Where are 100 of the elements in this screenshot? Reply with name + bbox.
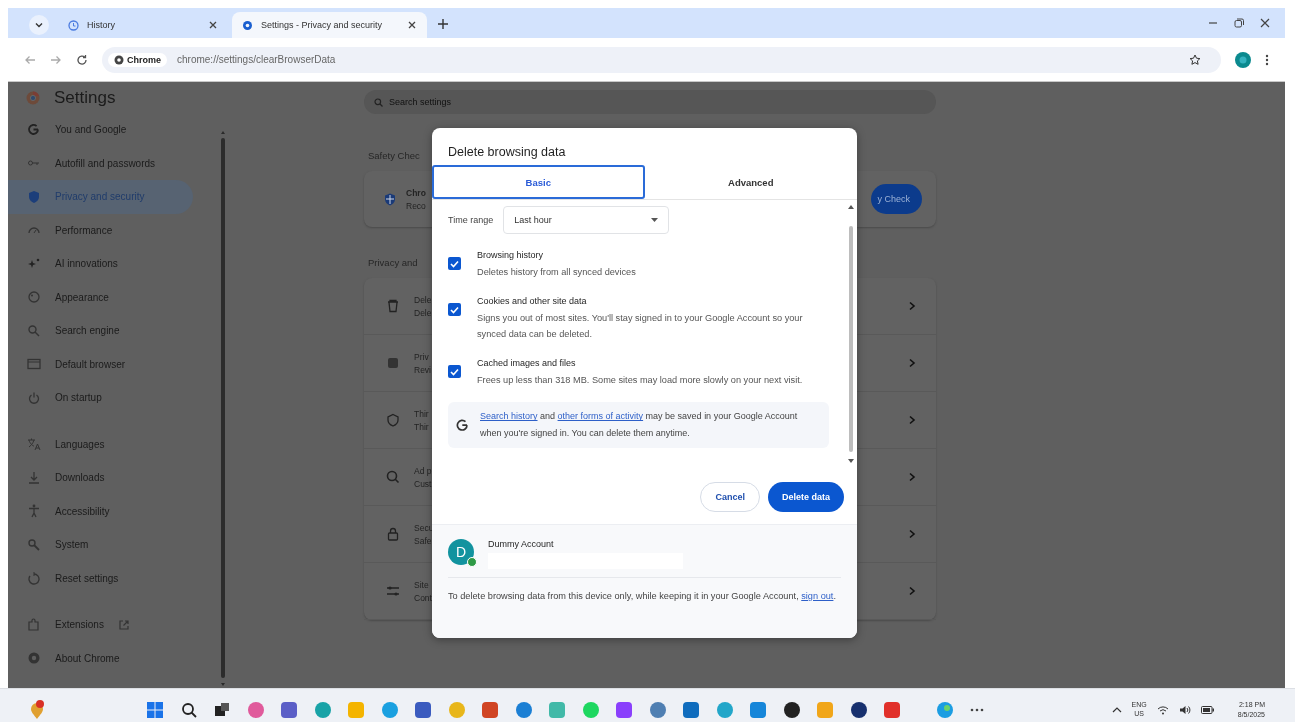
checkbox[interactable] — [448, 303, 461, 317]
option-title: Cached images and files — [477, 358, 577, 369]
cancel-button[interactable]: Cancel — [700, 482, 760, 512]
clock-icon — [68, 19, 79, 31]
wifi-icon[interactable] — [1156, 704, 1169, 715]
checkmark-icon — [450, 305, 459, 314]
address-bar[interactable]: Chrome chrome://settings/clearBrowserData — [102, 46, 1221, 73]
option-title: Cookies and other site data — [477, 296, 588, 307]
row-title: Thir — [414, 408, 429, 419]
volume-icon[interactable] — [1178, 704, 1191, 715]
link[interactable]: Search history — [480, 411, 538, 422]
browser-tab[interactable]: Settings - Privacy and security — [232, 12, 427, 38]
delete-data-button[interactable]: Delete data — [767, 482, 844, 512]
square-app-icon[interactable] — [883, 700, 901, 719]
sidebar-item[interactable]: Search engine — [8, 314, 193, 348]
round-app-icon[interactable] — [849, 700, 868, 719]
browser-window-icon — [27, 357, 41, 372]
new-tab-icon[interactable] — [437, 18, 449, 30]
bookmark-star-icon[interactable] — [1189, 53, 1201, 66]
close-icon[interactable] — [1259, 17, 1271, 29]
checkbox[interactable] — [448, 365, 461, 379]
placeholder-text: Search settings — [389, 97, 452, 107]
round-app-icon[interactable] — [782, 700, 801, 719]
restore-icon[interactable] — [1233, 17, 1245, 29]
pin-notification-icon[interactable] — [28, 699, 46, 720]
url-text: chrome://settings/clearBrowserData — [177, 54, 337, 65]
chevron-right-icon — [907, 358, 916, 368]
square-app-icon[interactable] — [481, 700, 499, 719]
sidebar-item[interactable]: Extensions — [8, 608, 193, 642]
checkbox[interactable] — [448, 257, 461, 270]
search-icon[interactable] — [179, 700, 198, 719]
profile-avatar-icon[interactable] — [1235, 51, 1251, 68]
sidebar-item[interactable]: Accessibility — [8, 494, 193, 528]
menu-icon[interactable] — [1265, 53, 1269, 66]
dialog-title: Delete browsing data — [447, 144, 567, 161]
shield-icon — [27, 189, 41, 204]
sidebar-item[interactable]: System — [8, 528, 193, 562]
sidebar-item[interactable]: Downloads — [8, 461, 193, 495]
footer-text: To delete browsing data from this device only, while keeping it in your Google Account, sign out. — [448, 590, 837, 603]
google-g-icon — [27, 122, 41, 137]
trash-icon — [386, 299, 400, 313]
chevron-right-icon — [907, 472, 916, 482]
battery-icon[interactable] — [1200, 705, 1214, 714]
shield-outline-icon — [386, 413, 400, 427]
sidebar-item[interactable]: Reset settings — [8, 561, 193, 595]
link[interactable]: other forms of activity — [557, 411, 644, 422]
accessibility-icon — [27, 504, 41, 519]
reload-icon[interactable] — [76, 53, 88, 66]
reset-icon — [27, 571, 41, 586]
checkmark-icon — [450, 367, 459, 376]
download-icon — [27, 470, 41, 485]
sidebar-item[interactable]: Default browser — [8, 347, 193, 381]
sidebar-item[interactable]: You and Google — [8, 113, 193, 147]
chrome-logo-icon — [27, 651, 41, 666]
external-link-icon — [117, 618, 130, 631]
close-icon[interactable] — [208, 20, 218, 30]
chrome-logo-icon — [114, 54, 124, 65]
sidebar-item[interactable]: Languages — [8, 427, 193, 461]
task-view-icon[interactable] — [213, 700, 231, 719]
info-text: Search history and other forms of activity may be saved in your Google Account when you're signed in. You can delete them anytime. — [480, 410, 799, 440]
search-icon — [27, 323, 41, 338]
tab-list-button[interactable] — [28, 14, 50, 36]
more-icon[interactable] — [970, 707, 984, 712]
translate-icon — [27, 437, 41, 452]
lock-icon — [386, 527, 400, 541]
chevron-up-icon[interactable] — [1111, 706, 1122, 713]
safety-check-button[interactable]: y Check — [871, 184, 922, 214]
settings-title: Settings — [54, 87, 116, 108]
square-app-icon[interactable] — [749, 700, 767, 719]
avatar-initial: D — [455, 544, 467, 560]
windows-logo-icon[interactable] — [146, 700, 164, 719]
close-icon[interactable] — [407, 20, 417, 30]
sidebar-item[interactable]: Performance — [8, 213, 193, 247]
square-app-icon[interactable] — [682, 700, 700, 719]
square-app-icon[interactable] — [615, 700, 633, 719]
option-description: Signs you out of most sites. You'll stay signed in to your Google Account so your synced data can be deleted. — [477, 312, 804, 342]
google-g-icon — [456, 419, 468, 431]
option-description: Frees up less than 318 MB. Some sites may load more slowly on your next visit. — [477, 374, 803, 388]
sidebar-item[interactable]: About Chrome — [8, 641, 193, 675]
square-app-icon[interactable] — [280, 700, 298, 719]
puzzle-piece-icon — [27, 617, 41, 632]
sidebar-item[interactable]: AI innovations — [8, 247, 193, 281]
chevron-right-icon — [907, 415, 916, 425]
time-range-dropdown[interactable]: Last hour — [503, 206, 670, 234]
tab-title: Settings - Privacy and security — [261, 20, 384, 30]
sidebar-item[interactable]: Appearance — [8, 280, 193, 314]
ad-search-icon — [386, 470, 400, 484]
sidebar-item[interactable]: On startup — [8, 381, 193, 415]
site-chip[interactable]: Chrome — [108, 52, 167, 67]
time-range-label: Time range — [448, 215, 494, 225]
sliders-icon — [386, 584, 400, 598]
dropdown-arrow-icon — [651, 217, 659, 223]
row-title: Site — [414, 579, 430, 590]
account-name: Dummy Account — [488, 539, 555, 549]
dialog-tab[interactable]: Basic — [432, 165, 645, 199]
checkmark-icon — [450, 259, 459, 268]
browser-tab[interactable]: History — [58, 12, 228, 38]
square-app-icon[interactable] — [414, 700, 432, 719]
sidebar-item[interactable]: Autofill and passwords — [8, 146, 193, 180]
search-field[interactable]: Search settings — [364, 90, 936, 114]
